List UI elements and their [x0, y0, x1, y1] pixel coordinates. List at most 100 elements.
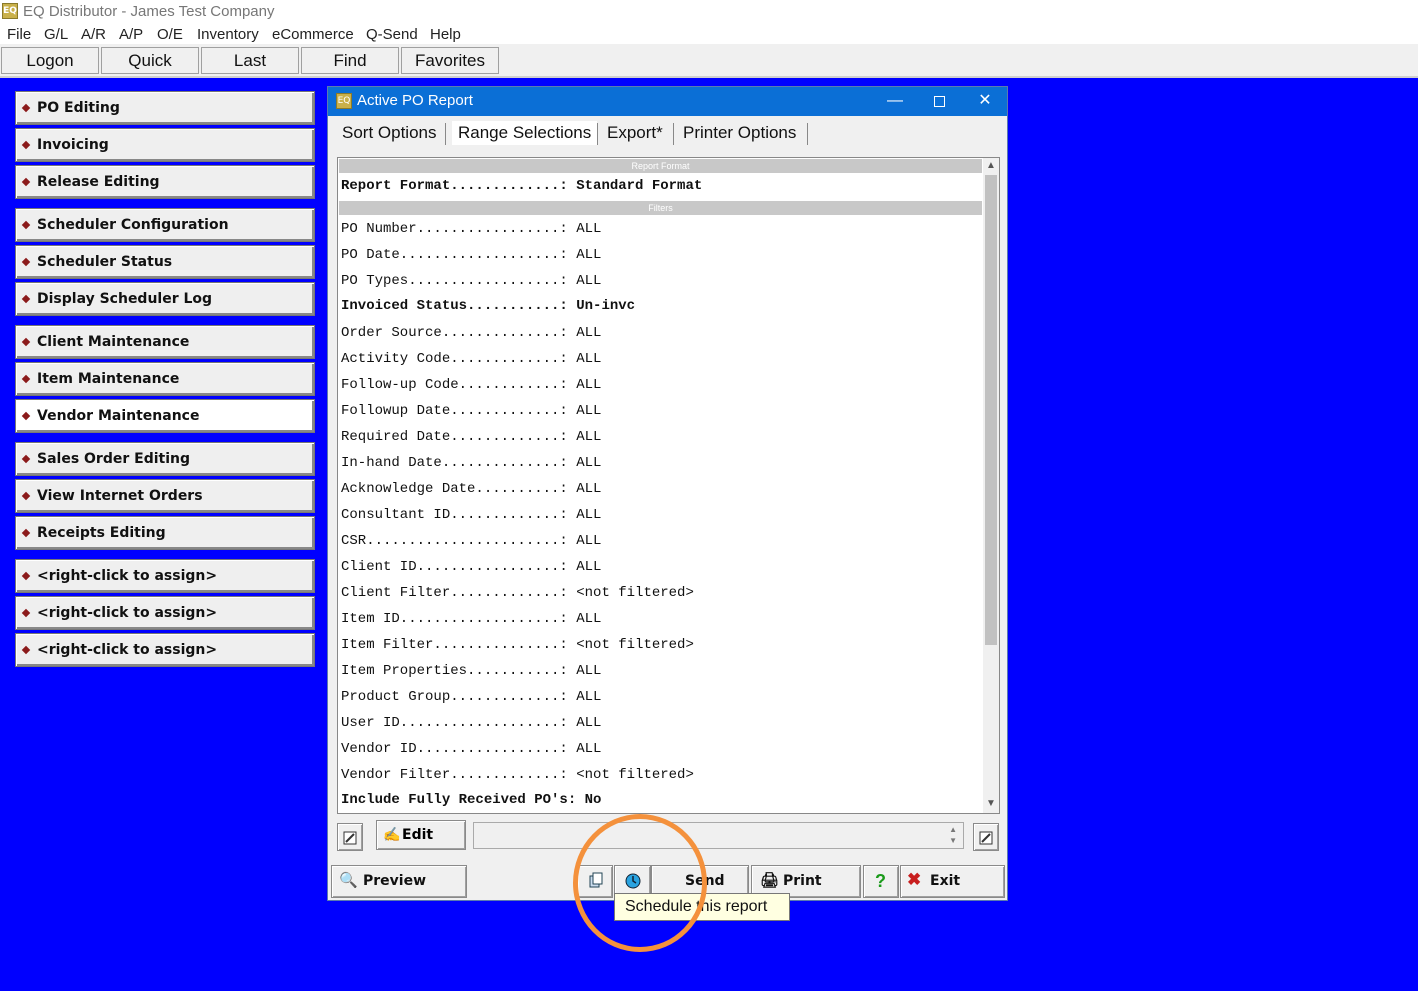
tab-separator — [597, 123, 598, 145]
bullet-icon — [21, 374, 31, 384]
logon-button[interactable]: Logon — [1, 47, 99, 74]
list-item[interactable]: In-hand Date..............: ALL — [341, 455, 601, 471]
nav-label: Item Maintenance — [37, 371, 180, 387]
bullet-icon — [21, 608, 31, 618]
bullet-icon — [21, 257, 31, 267]
menu-file[interactable]: File — [7, 26, 31, 43]
exit-x-icon: ✖ — [907, 870, 922, 889]
list-item[interactable]: Client ID.................: ALL — [341, 559, 601, 575]
edit-value-field[interactable]: ▲ ▼ — [473, 822, 964, 849]
exit-button[interactable]: ✖ Exit — [900, 865, 1005, 898]
list-item[interactable]: Product Group.............: ALL — [341, 689, 601, 705]
nav-invoicing[interactable]: Invoicing — [15, 128, 315, 162]
nav-sales-order-editing[interactable]: Sales Order Editing — [15, 442, 315, 476]
list-item[interactable]: Order Source..............: ALL — [341, 325, 601, 341]
collapse-icon — [979, 831, 993, 845]
tab-range-selections[interactable]: Range Selections — [452, 121, 598, 145]
scroll-down-icon[interactable]: ▼ — [986, 798, 996, 809]
menu-ecommerce[interactable]: eCommerce — [272, 26, 354, 43]
nav-vendor-maintenance[interactable]: Vendor Maintenance — [15, 399, 315, 433]
nav-item-maintenance[interactable]: Item Maintenance — [15, 362, 315, 396]
nav-scheduler-status[interactable]: Scheduler Status — [15, 245, 315, 279]
scrollbar-thumb[interactable] — [985, 175, 997, 645]
nav-label: Release Editing — [37, 174, 160, 190]
preview-button[interactable]: 🔍 Preview — [331, 865, 467, 898]
close-icon[interactable]: ✕ — [974, 91, 996, 111]
list-item[interactable]: Required Date.............: ALL — [341, 429, 601, 445]
spinner-icon[interactable]: ▲ ▼ — [949, 824, 957, 846]
last-button[interactable]: Last — [201, 47, 299, 74]
favorites-button[interactable]: Favorites — [401, 47, 499, 74]
bullet-icon — [21, 645, 31, 655]
list-item[interactable]: PO Types..................: ALL — [341, 273, 601, 289]
list-item[interactable]: Acknowledge Date..........: ALL — [341, 481, 601, 497]
collapse-left-button[interactable] — [337, 823, 363, 851]
menu-oe[interactable]: O/E — [157, 26, 183, 43]
tab-separator — [807, 123, 808, 145]
nav-view-internet-orders[interactable]: View Internet Orders — [15, 479, 315, 513]
nav-unassigned-1[interactable]: <right-click to assign> — [15, 559, 315, 593]
report-format-row[interactable]: Report Format.............: Standard For… — [341, 178, 702, 194]
tab-printer-options[interactable]: Printer Options — [677, 121, 802, 145]
app-icon: EQ — [2, 3, 18, 19]
bullet-icon — [21, 491, 31, 501]
print-label: Print — [783, 873, 822, 889]
section-header-filters: Filters — [339, 201, 982, 215]
list-item[interactable]: Client Filter.............: <not filtere… — [341, 585, 694, 601]
main-toolbar: Logon Quick Last Find Favorites — [0, 44, 1418, 78]
range-selections-list[interactable]: Report Format Report Format.............… — [337, 157, 1000, 814]
window-app-icon: EQ — [336, 93, 352, 109]
list-item[interactable]: Item Properties...........: ALL — [341, 663, 601, 679]
list-item[interactable]: Follow-up Code............: ALL — [341, 377, 601, 393]
list-item[interactable]: PO Date...................: ALL — [341, 247, 601, 263]
bullet-icon — [21, 140, 31, 150]
list-item[interactable]: User ID...................: ALL — [341, 715, 601, 731]
menu-inventory[interactable]: Inventory — [197, 26, 259, 43]
bullet-icon — [21, 337, 31, 347]
menu-help[interactable]: Help — [430, 26, 461, 43]
nav-label: <right-click to assign> — [37, 605, 218, 621]
tab-sort-options[interactable]: Sort Options — [336, 121, 443, 145]
menu-qsend[interactable]: Q-Send — [366, 26, 418, 43]
quick-button[interactable]: Quick — [101, 47, 199, 74]
list-item[interactable]: CSR.......................: ALL — [341, 533, 601, 549]
tab-export[interactable]: Export* — [601, 121, 669, 145]
minimize-icon[interactable]: — — [884, 91, 906, 111]
printer-icon: 🖨 — [760, 872, 780, 889]
list-item[interactable]: PO Number.................: ALL — [341, 221, 601, 237]
vertical-scrollbar[interactable]: ▲ ▼ — [983, 158, 999, 813]
list-item[interactable]: Followup Date.............: ALL — [341, 403, 601, 419]
nav-client-maintenance[interactable]: Client Maintenance — [15, 325, 315, 359]
menu-ar[interactable]: A/R — [81, 26, 106, 43]
menu-ap[interactable]: A/P — [119, 26, 143, 43]
find-button[interactable]: Find — [301, 47, 399, 74]
scroll-up-icon[interactable]: ▲ — [986, 160, 996, 171]
tab-separator — [673, 123, 674, 145]
app-header: EQ EQ Distributor - James Test Company F… — [0, 0, 1418, 78]
nav-display-scheduler-log[interactable]: Display Scheduler Log — [15, 282, 315, 316]
nav-label: <right-click to assign> — [37, 568, 218, 584]
list-item[interactable]: Consultant ID.............: ALL — [341, 507, 601, 523]
window-titlebar[interactable]: EQ Active PO Report — ✕ — [328, 87, 1007, 116]
nav-receipts-editing[interactable]: Receipts Editing — [15, 516, 315, 550]
nav-unassigned-3[interactable]: <right-click to assign> — [15, 633, 315, 667]
window-title: Active PO Report — [357, 92, 473, 109]
list-item[interactable]: Vendor Filter.............: <not filtere… — [341, 767, 694, 783]
maximize-icon[interactable] — [928, 91, 950, 111]
edit-button[interactable]: ✍ Edit — [376, 820, 466, 850]
help-icon: ? — [875, 871, 886, 891]
list-item[interactable]: Include Fully Received PO's: No — [341, 792, 601, 808]
list-item[interactable]: Vendor ID.................: ALL — [341, 741, 601, 757]
list-item[interactable]: Item Filter...............: <not filtere… — [341, 637, 694, 653]
menu-gl[interactable]: G/L — [44, 26, 68, 43]
bullet-icon — [21, 103, 31, 113]
nav-scheduler-configuration[interactable]: Scheduler Configuration — [15, 208, 315, 242]
list-item[interactable]: Item ID...................: ALL — [341, 611, 601, 627]
nav-release-editing[interactable]: Release Editing — [15, 165, 315, 199]
list-item[interactable]: Invoiced Status...........: Un-invc — [341, 298, 635, 314]
list-item[interactable]: Activity Code.............: ALL — [341, 351, 601, 367]
help-button[interactable]: ? — [863, 865, 899, 898]
nav-po-editing[interactable]: PO Editing — [15, 91, 315, 125]
nav-unassigned-2[interactable]: <right-click to assign> — [15, 596, 315, 630]
collapse-right-button[interactable] — [973, 823, 999, 851]
